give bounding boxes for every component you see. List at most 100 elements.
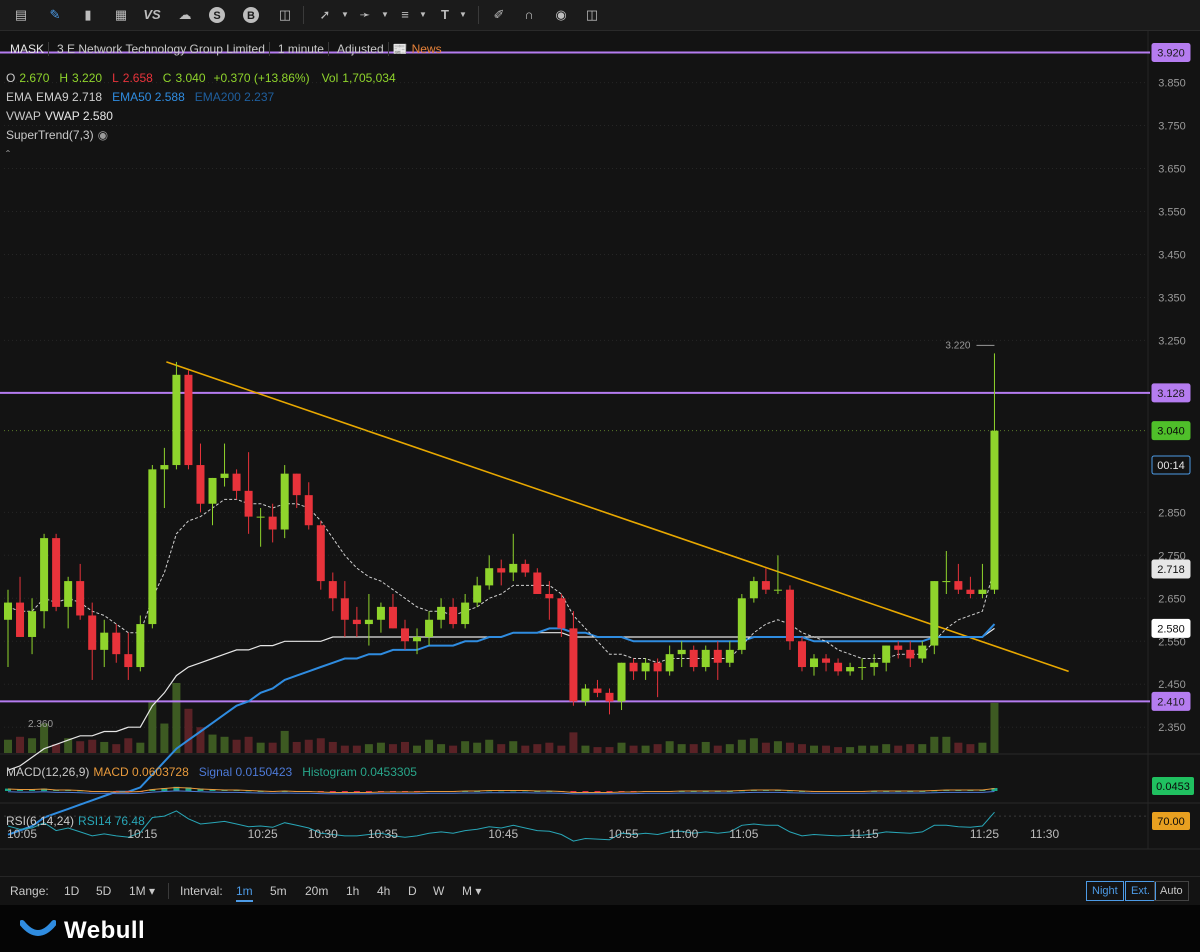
level-tag: 2.410 <box>1157 696 1185 708</box>
ema-label: EMA <box>6 90 33 104</box>
cloud-icon[interactable]: ☁ <box>176 6 194 24</box>
auto-toggle[interactable]: Auto <box>1154 881 1189 901</box>
ext-toggle[interactable]: Ext. <box>1125 881 1156 901</box>
histogram-value: Histogram 0.0453305 <box>302 765 417 779</box>
volume-bar <box>28 738 37 753</box>
interval-m-dropdown[interactable]: M ▾ <box>462 884 481 898</box>
candles-icon[interactable]: ▮ <box>79 6 97 24</box>
eye-icon[interactable]: ◉ <box>552 6 570 24</box>
candle-body <box>425 619 434 637</box>
x-tick-label: 11:30 <box>1030 827 1059 841</box>
volume-bar <box>232 739 241 753</box>
candle-body <box>797 641 806 668</box>
candle-body <box>184 374 193 466</box>
rsi-legend[interactable]: RSI(6,14,24) RSI14 76.48 <box>6 814 149 828</box>
chart-type-icon[interactable]: ▤ <box>12 6 30 24</box>
candle-body <box>124 654 133 668</box>
candle-body <box>100 632 109 650</box>
x-tick-label: 10:35 <box>368 827 398 841</box>
interval-1h[interactable]: 1h <box>346 884 359 898</box>
trash-icon[interactable]: ◫ <box>583 6 601 24</box>
volume-bar <box>990 702 999 753</box>
range-5d[interactable]: 5D <box>96 884 111 898</box>
candle-body <box>256 516 265 518</box>
interval-1m[interactable]: 1m <box>236 884 253 902</box>
volume-bar <box>978 742 987 753</box>
candle-body <box>966 589 975 594</box>
news-icon[interactable]: 📰 <box>393 42 408 56</box>
magnet-icon[interactable]: ∩ <box>520 6 538 24</box>
chevron-down-icon[interactable]: ▼ <box>376 6 394 24</box>
candle-body <box>846 667 855 672</box>
volume-bar <box>509 741 518 753</box>
volume-bar <box>942 736 951 753</box>
last-price-tag: 3.040 <box>1157 426 1185 438</box>
candle-body <box>437 606 446 620</box>
volume-bar <box>220 736 229 753</box>
interval-name[interactable]: 1 minute <box>274 42 329 56</box>
interval-20m[interactable]: 20m <box>305 884 328 898</box>
line-tool-icon[interactable]: ➛ <box>356 6 374 24</box>
b-icon[interactable]: B <box>242 6 260 24</box>
range-1m-dropdown[interactable]: 1M ▾ <box>129 884 155 898</box>
candle-body <box>978 589 987 594</box>
fib-icon[interactable]: ≡ <box>396 6 414 24</box>
ema-row[interactable]: EMA EMA9 2.718 EMA50 2.588 EMA200 2.237 <box>6 90 278 104</box>
b-icon-glyph: B <box>247 10 255 22</box>
volume-bar <box>797 744 806 753</box>
brush-icon[interactable]: ✐ <box>490 6 508 24</box>
candle-body <box>653 662 662 672</box>
chevron-down-icon[interactable]: ▼ <box>336 6 354 24</box>
range-1d[interactable]: 1D <box>64 884 79 898</box>
ema50-value: EMA50 2.588 <box>112 90 185 104</box>
high-value: 3.220 <box>72 71 103 85</box>
symbol-name[interactable]: MASK <box>6 42 50 56</box>
candle-body <box>388 606 397 629</box>
chevron-down-icon[interactable]: ▼ <box>454 6 472 24</box>
dollar-icon[interactable]: S <box>208 6 226 24</box>
interval-w[interactable]: W <box>433 884 444 898</box>
candle-body <box>220 473 229 478</box>
interval-5m[interactable]: 5m <box>270 884 287 898</box>
candle-body <box>629 662 638 672</box>
supertrend-row[interactable]: SuperTrend(7,3) ◉ <box>6 128 112 142</box>
text-tool-icon[interactable]: T <box>436 6 454 24</box>
interval-d[interactable]: D <box>408 884 417 898</box>
grid-icon[interactable]: ▦ <box>112 6 130 24</box>
collapse-caret-icon[interactable]: ˆ <box>6 148 10 162</box>
macd-legend[interactable]: MACD(12,26,9) MACD 0.0603728 Signal 0.0150… <box>6 765 421 779</box>
vwap-row[interactable]: VWAP VWAP 2.580 <box>6 109 117 123</box>
vs-icon[interactable]: VS <box>143 6 161 24</box>
rsi-label: RSI(6,14,24) <box>6 814 75 828</box>
x-tick-label: 10:15 <box>127 827 157 841</box>
volume-bar <box>88 739 97 753</box>
low-label: L <box>112 71 119 85</box>
volume-bar <box>112 744 121 753</box>
news-link[interactable]: News <box>412 42 442 56</box>
chart-area[interactable]: 3.220 2.360 3.850 3.750 3.650 3.550 3.450 3.35… <box>0 31 1200 851</box>
candle-body <box>581 688 590 702</box>
candle-body <box>316 525 325 582</box>
chevron-down-icon[interactable]: ▼ <box>414 6 432 24</box>
interval-4h[interactable]: 4h <box>377 884 390 898</box>
volume-bar <box>340 745 349 753</box>
candle-body <box>400 628 409 642</box>
volume-bar <box>16 736 25 753</box>
columns-icon[interactable]: ◫ <box>276 6 294 24</box>
x-tick-label: 10:05 <box>7 827 37 841</box>
candle-body <box>725 649 734 663</box>
hidden-eye-icon[interactable]: ◉ <box>98 128 108 142</box>
price-chart[interactable]: 3.220 2.360 3.850 3.750 3.650 3.550 3.450 3.35… <box>0 31 1200 851</box>
trendline-icon[interactable]: ➚ <box>316 6 334 24</box>
volume-bar <box>4 739 12 753</box>
night-toggle[interactable]: Night <box>1086 881 1124 901</box>
candle-body <box>64 581 73 607</box>
pencil-icon[interactable]: ✎ <box>46 6 64 24</box>
volume-bar <box>172 683 181 753</box>
volume-bar <box>184 708 193 753</box>
x-tick-label: 10:25 <box>248 827 278 841</box>
close-value: 3.040 <box>175 71 206 85</box>
candle-body <box>28 611 37 637</box>
change-value: +0.370 (+13.86%) <box>213 71 310 85</box>
adjusted-toggle[interactable]: Adjusted <box>333 42 389 56</box>
